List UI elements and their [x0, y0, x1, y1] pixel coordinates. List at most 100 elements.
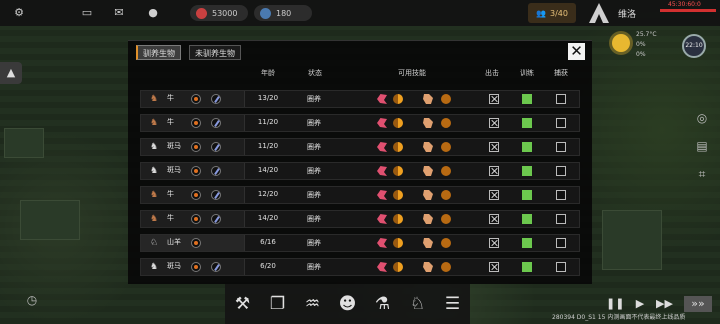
rename-icon[interactable]	[211, 94, 221, 104]
animal-row[interactable]: ♞ 牛 12/20 圈养	[140, 186, 580, 204]
skill-attack-icon[interactable]	[377, 238, 387, 248]
skill-harvest-icon[interactable]	[441, 142, 451, 152]
animal-row[interactable]: ♞ 斑马 6/20 圈养	[140, 258, 580, 276]
pause-icon[interactable]: ❚❚	[606, 296, 624, 312]
flask-icon[interactable]: ⚗	[370, 291, 396, 317]
tab-untamed-animals[interactable]: 未驯养生物	[189, 45, 241, 60]
skill-carry-icon[interactable]	[423, 190, 433, 200]
feed-icon[interactable]	[191, 190, 201, 200]
skill-attack-icon[interactable]	[377, 94, 387, 104]
animal-name-cell[interactable]: ♞ 斑马	[141, 139, 245, 155]
training-checkbox[interactable]	[522, 94, 532, 104]
rename-icon[interactable]	[211, 118, 221, 128]
feed-icon[interactable]	[191, 142, 201, 152]
skill-harvest-icon[interactable]	[441, 166, 451, 176]
skill-carry-icon[interactable]	[423, 238, 433, 248]
skill-energy-icon[interactable]	[393, 94, 403, 104]
population-counter[interactable]: 👥 3/40	[528, 3, 576, 23]
tab-tamed-animals[interactable]: 驯养生物	[136, 45, 181, 60]
skill-carry-icon[interactable]	[423, 262, 433, 272]
skill-energy-icon[interactable]	[393, 262, 403, 272]
feed-icon[interactable]	[191, 166, 201, 176]
rename-icon[interactable]	[211, 262, 221, 272]
hunt-checkbox[interactable]	[556, 166, 566, 176]
sortie-checkbox[interactable]	[489, 142, 499, 152]
skill-harvest-icon[interactable]	[441, 190, 451, 200]
skill-carry-icon[interactable]	[423, 94, 433, 104]
skill-energy-icon[interactable]	[393, 142, 403, 152]
animal-row[interactable]: ♞ 牛 11/20 圈养	[140, 114, 580, 132]
speech-icon[interactable]: ☰	[440, 291, 466, 317]
scan-icon[interactable]: ⌗	[694, 166, 710, 182]
hunt-checkbox[interactable]	[556, 262, 566, 272]
animal-name-cell[interactable]: ♞ 牛	[141, 91, 245, 107]
rename-icon[interactable]	[211, 214, 221, 224]
animal-row[interactable]: ♞ 牛 13/20 圈养	[140, 90, 580, 108]
animal-row[interactable]: ♞ 牛 14/20 圈养	[140, 210, 580, 228]
hunt-checkbox[interactable]	[556, 214, 566, 224]
skill-harvest-icon[interactable]	[441, 214, 451, 224]
animal-name-cell[interactable]: ♞ 牛	[141, 187, 245, 203]
skill-attack-icon[interactable]	[377, 142, 387, 152]
training-checkbox[interactable]	[522, 214, 532, 224]
feed-icon[interactable]	[191, 118, 201, 128]
skill-energy-icon[interactable]	[393, 166, 403, 176]
sortie-checkbox[interactable]	[489, 166, 499, 176]
training-checkbox[interactable]	[522, 118, 532, 128]
skill-energy-icon[interactable]	[393, 238, 403, 248]
animal-name-cell[interactable]: ♞ 斑马	[141, 259, 245, 275]
skill-energy-icon[interactable]	[393, 118, 403, 128]
feed-icon[interactable]	[191, 238, 201, 248]
feed-icon[interactable]	[191, 214, 201, 224]
people-icon[interactable]: ☻	[335, 291, 361, 317]
skill-attack-icon[interactable]	[377, 214, 387, 224]
gear-icon[interactable]: ⚙	[12, 6, 26, 20]
hunt-checkbox[interactable]	[556, 94, 566, 104]
hunt-checkbox[interactable]	[556, 190, 566, 200]
skill-carry-icon[interactable]	[423, 118, 433, 128]
fast-forward-icon[interactable]: ▶▶	[656, 296, 673, 312]
tools-icon[interactable]: ⚒	[230, 291, 256, 317]
warning-icon[interactable]: ▲	[0, 62, 22, 84]
skill-carry-icon[interactable]	[423, 214, 433, 224]
skill-carry-icon[interactable]	[423, 142, 433, 152]
sortie-checkbox[interactable]	[489, 190, 499, 200]
feed-icon[interactable]	[191, 262, 201, 272]
hunt-checkbox[interactable]	[556, 238, 566, 248]
feed-icon[interactable]	[191, 94, 201, 104]
clock-icon[interactable]: ◷	[24, 292, 40, 308]
skill-attack-icon[interactable]	[377, 190, 387, 200]
skill-harvest-icon[interactable]	[441, 118, 451, 128]
animal-row[interactable]: ♞ 斑马 11/20 圈养	[140, 138, 580, 156]
rename-icon[interactable]	[211, 142, 221, 152]
play-icon[interactable]: ▶	[632, 296, 648, 312]
skill-harvest-icon[interactable]	[441, 94, 451, 104]
skill-energy-icon[interactable]	[393, 190, 403, 200]
hunt-checkbox[interactable]	[556, 118, 566, 128]
close-button[interactable]: ✕	[568, 43, 585, 60]
sortie-checkbox[interactable]	[489, 238, 499, 248]
animal-name-cell[interactable]: ♞ 牛	[141, 211, 245, 227]
skill-harvest-icon[interactable]	[441, 238, 451, 248]
rename-icon[interactable]	[211, 166, 221, 176]
hunt-checkbox[interactable]	[556, 142, 566, 152]
training-checkbox[interactable]	[522, 166, 532, 176]
animal-row[interactable]: ♘ 山羊 6/16 圈养	[140, 234, 580, 252]
animal-name-cell[interactable]: ♞ 斑马	[141, 163, 245, 179]
skill-attack-icon[interactable]	[377, 262, 387, 272]
training-checkbox[interactable]	[522, 238, 532, 248]
keyboard-icon[interactable]: ▭	[80, 6, 94, 20]
skill-harvest-icon[interactable]	[441, 262, 451, 272]
skill-attack-icon[interactable]	[377, 166, 387, 176]
animal-name-cell[interactable]: ♞ 牛	[141, 115, 245, 131]
mail-icon[interactable]: ✉	[112, 6, 126, 20]
sortie-checkbox[interactable]	[489, 94, 499, 104]
rename-icon[interactable]	[211, 190, 221, 200]
animal-name-cell[interactable]: ♘ 山羊	[141, 235, 245, 251]
animal-row[interactable]: ♞ 斑马 14/20 圈养	[140, 162, 580, 180]
target-icon[interactable]: ◎	[694, 110, 710, 126]
sortie-checkbox[interactable]	[489, 262, 499, 272]
paw-icon[interactable]: ♘	[405, 291, 431, 317]
training-checkbox[interactable]	[522, 142, 532, 152]
skill-energy-icon[interactable]	[393, 214, 403, 224]
